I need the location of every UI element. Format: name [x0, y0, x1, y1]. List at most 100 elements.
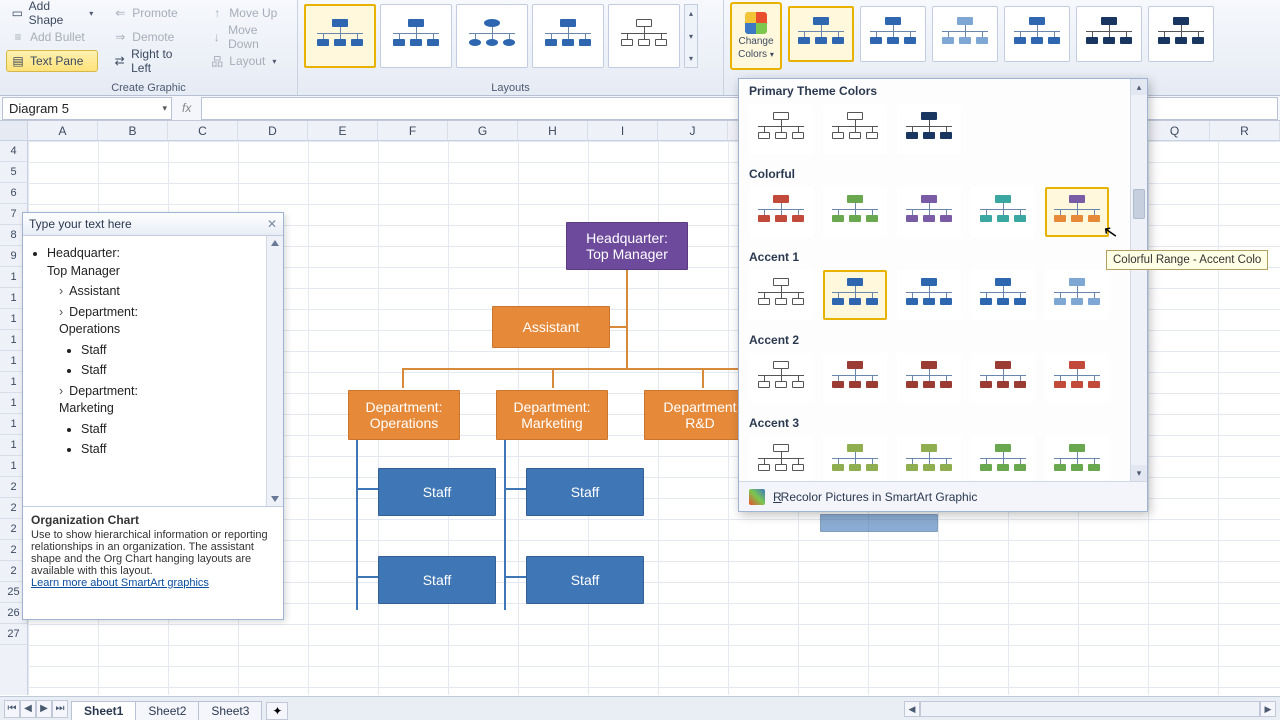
- color-option[interactable]: [971, 187, 1035, 237]
- node-root[interactable]: Headquarter: Top Manager: [566, 222, 688, 270]
- row-header[interactable]: 27: [0, 624, 27, 645]
- col-header[interactable]: F: [378, 121, 448, 140]
- style-option-3[interactable]: [932, 6, 998, 62]
- layouts-more[interactable]: ▴▾▾: [684, 4, 698, 68]
- col-header[interactable]: H: [518, 121, 588, 140]
- node-dept-1[interactable]: Department: Operations: [348, 390, 460, 440]
- learn-more-link[interactable]: Learn more about SmartArt graphics: [31, 577, 209, 589]
- row-header[interactable]: 4: [0, 141, 27, 162]
- layout-button[interactable]: 品 Layout▾: [205, 50, 291, 72]
- style-option-6[interactable]: [1148, 6, 1214, 62]
- color-option[interactable]: [749, 436, 813, 486]
- add-shape-icon: ▭: [11, 6, 24, 20]
- style-option-5[interactable]: [1076, 6, 1142, 62]
- color-section-header: Colorful: [739, 162, 1130, 183]
- sheet-tab[interactable]: Sheet1: [71, 701, 136, 720]
- row-header[interactable]: 5: [0, 162, 27, 183]
- color-option[interactable]: [971, 436, 1035, 486]
- color-option[interactable]: [749, 270, 813, 320]
- col-header[interactable]: R: [1210, 121, 1280, 140]
- col-header[interactable]: A: [28, 121, 98, 140]
- color-option[interactable]: [897, 353, 961, 403]
- color-option[interactable]: [897, 104, 961, 154]
- change-colors-icon: [745, 12, 767, 34]
- node-assistant[interactable]: Assistant: [492, 306, 610, 348]
- node-staff[interactable]: Staff: [526, 468, 644, 516]
- node-staff[interactable]: Staff: [378, 468, 496, 516]
- color-section-header: Accent 2: [739, 328, 1130, 349]
- style-option-2[interactable]: [860, 6, 926, 62]
- sheet-tab[interactable]: Sheet3: [198, 701, 262, 720]
- add-bullet-button[interactable]: ≡ Add Bullet: [6, 26, 98, 48]
- color-option-hovered[interactable]: [1045, 187, 1109, 237]
- text-pane-button[interactable]: ▤ Text Pane: [6, 50, 98, 72]
- color-option-selected[interactable]: [823, 270, 887, 320]
- outline-item: Staff: [81, 441, 277, 459]
- sheet-tab[interactable]: Sheet2: [135, 701, 199, 720]
- color-option[interactable]: [823, 187, 887, 237]
- promote-button[interactable]: ⇐ Promote: [108, 2, 195, 24]
- move-down-icon: ↓: [210, 30, 223, 44]
- node-staff[interactable]: Staff: [526, 556, 644, 604]
- change-colors-button[interactable]: Change Colors ▾: [730, 2, 782, 70]
- layout-option-5[interactable]: [608, 4, 680, 68]
- node-staff-partial[interactable]: [820, 514, 938, 532]
- recolor-icon: [749, 489, 765, 505]
- color-option[interactable]: [1045, 436, 1109, 486]
- layout-option-4[interactable]: [532, 4, 604, 68]
- demote-icon: ⇒: [113, 30, 127, 44]
- node-staff[interactable]: Staff: [378, 556, 496, 604]
- col-header[interactable]: I: [588, 121, 658, 140]
- layout-option-1[interactable]: [304, 4, 376, 68]
- outline-item: Staff: [81, 421, 277, 439]
- col-header[interactable]: G: [448, 121, 518, 140]
- rtl-button[interactable]: ⇄ Right to Left: [108, 50, 195, 72]
- style-option-4[interactable]: [1004, 6, 1070, 62]
- col-header[interactable]: Q: [1140, 121, 1210, 140]
- color-option[interactable]: [749, 353, 813, 403]
- color-option[interactable]: [823, 353, 887, 403]
- group-create-graphic: ▭ Add Shape▾ ≡ Add Bullet ▤ Text Pane ⇐ …: [0, 0, 298, 95]
- color-option[interactable]: [1045, 270, 1109, 320]
- layout-option-3[interactable]: [456, 4, 528, 68]
- tab-nav[interactable]: ⏮◀▶⏭: [0, 700, 72, 718]
- select-all-corner[interactable]: [0, 121, 28, 140]
- group-label: Layouts: [298, 82, 723, 94]
- color-option[interactable]: [971, 353, 1035, 403]
- text-pane-scrollbar[interactable]: [266, 236, 283, 506]
- col-header[interactable]: B: [98, 121, 168, 140]
- col-header[interactable]: D: [238, 121, 308, 140]
- color-option[interactable]: [749, 104, 813, 154]
- color-section-header: Accent 3: [739, 411, 1130, 432]
- text-pane-body[interactable]: Headquarter: Top Manager Assistant Depar…: [23, 236, 283, 506]
- color-panel-scrollbar[interactable]: ▴▾: [1130, 79, 1147, 481]
- smartart-text-pane: Type your text here ✕ Headquarter: Top M…: [22, 212, 284, 620]
- new-sheet-button[interactable]: ✦: [266, 702, 288, 720]
- color-option[interactable]: [971, 270, 1035, 320]
- color-option[interactable]: [749, 187, 813, 237]
- color-option[interactable]: [1045, 353, 1109, 403]
- horizontal-scrollbar[interactable]: ◀▶: [904, 701, 1280, 717]
- move-down-button[interactable]: ↓ Move Down: [205, 26, 291, 48]
- recolor-pictures-button[interactable]: RRecolor Pictures in SmartArt Graphic: [739, 481, 1147, 511]
- col-header[interactable]: E: [308, 121, 378, 140]
- color-option[interactable]: [897, 436, 961, 486]
- demote-button[interactable]: ⇒ Demote: [108, 26, 195, 48]
- row-header[interactable]: 6: [0, 183, 27, 204]
- style-option-1[interactable]: [788, 6, 854, 62]
- text-pane-close-icon[interactable]: ✕: [267, 217, 277, 231]
- add-shape-button[interactable]: ▭ Add Shape▾: [6, 2, 98, 24]
- node-dept-2[interactable]: Department: Marketing: [496, 390, 608, 440]
- color-option[interactable]: [823, 436, 887, 486]
- name-box[interactable]: Diagram 5▾: [2, 97, 172, 120]
- col-header[interactable]: J: [658, 121, 728, 140]
- color-option[interactable]: [823, 104, 887, 154]
- outline-item: Department: Marketing: [59, 383, 277, 418]
- outline-item: Staff: [81, 342, 277, 360]
- col-header[interactable]: C: [168, 121, 238, 140]
- move-up-button[interactable]: ↑ Move Up: [205, 2, 291, 24]
- layout-option-2[interactable]: [380, 4, 452, 68]
- rtl-icon: ⇄: [113, 54, 126, 68]
- color-option[interactable]: [897, 270, 961, 320]
- color-option[interactable]: [897, 187, 961, 237]
